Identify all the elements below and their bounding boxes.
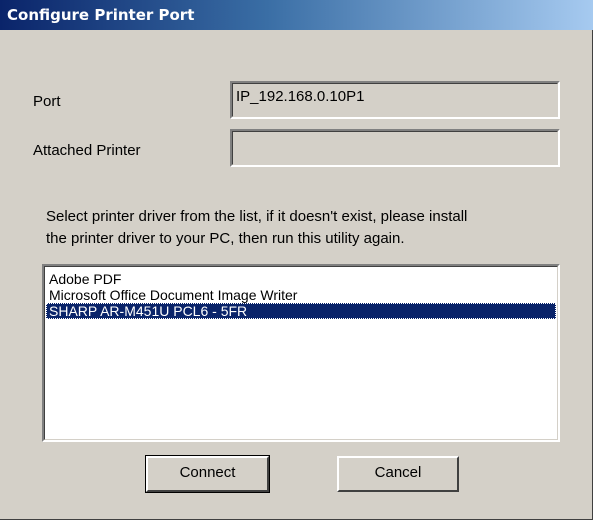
port-label: Port [33, 93, 61, 110]
attached-printer-label: Attached Printer [33, 142, 141, 159]
port-value: IP_192.168.0.10P1 [232, 83, 558, 117]
driver-list-item[interactable]: SHARP AR-M451U PCL6 - 5FR [46, 303, 556, 319]
printer-driver-list-content: Adobe PDF Microsoft Office Document Image… [44, 266, 558, 440]
configure-printer-port-dialog: Configure Printer Port Port IP_192.168.0… [0, 0, 593, 520]
printer-driver-list[interactable]: Adobe PDF Microsoft Office Document Image… [42, 264, 560, 442]
instruction-text: Select printer driver from the list, if … [46, 206, 581, 250]
instruction-line-2: the printer driver to your PC, then run … [46, 230, 405, 247]
port-field: IP_192.168.0.10P1 [230, 81, 560, 119]
title-bar[interactable]: Configure Printer Port [0, 0, 593, 30]
dialog-title: Configure Printer Port [7, 6, 195, 24]
attached-printer-field [230, 129, 560, 167]
instruction-line-1: Select printer driver from the list, if … [46, 208, 468, 225]
connect-button-label: Connect [179, 464, 236, 481]
connect-button[interactable]: Connect [145, 455, 270, 493]
driver-list-item[interactable]: Adobe PDF [46, 271, 556, 287]
cancel-button[interactable]: Cancel [337, 456, 459, 492]
attached-printer-value [232, 131, 558, 165]
driver-list-item[interactable]: Microsoft Office Document Image Writer [46, 287, 556, 303]
cancel-button-label: Cancel [374, 464, 422, 481]
